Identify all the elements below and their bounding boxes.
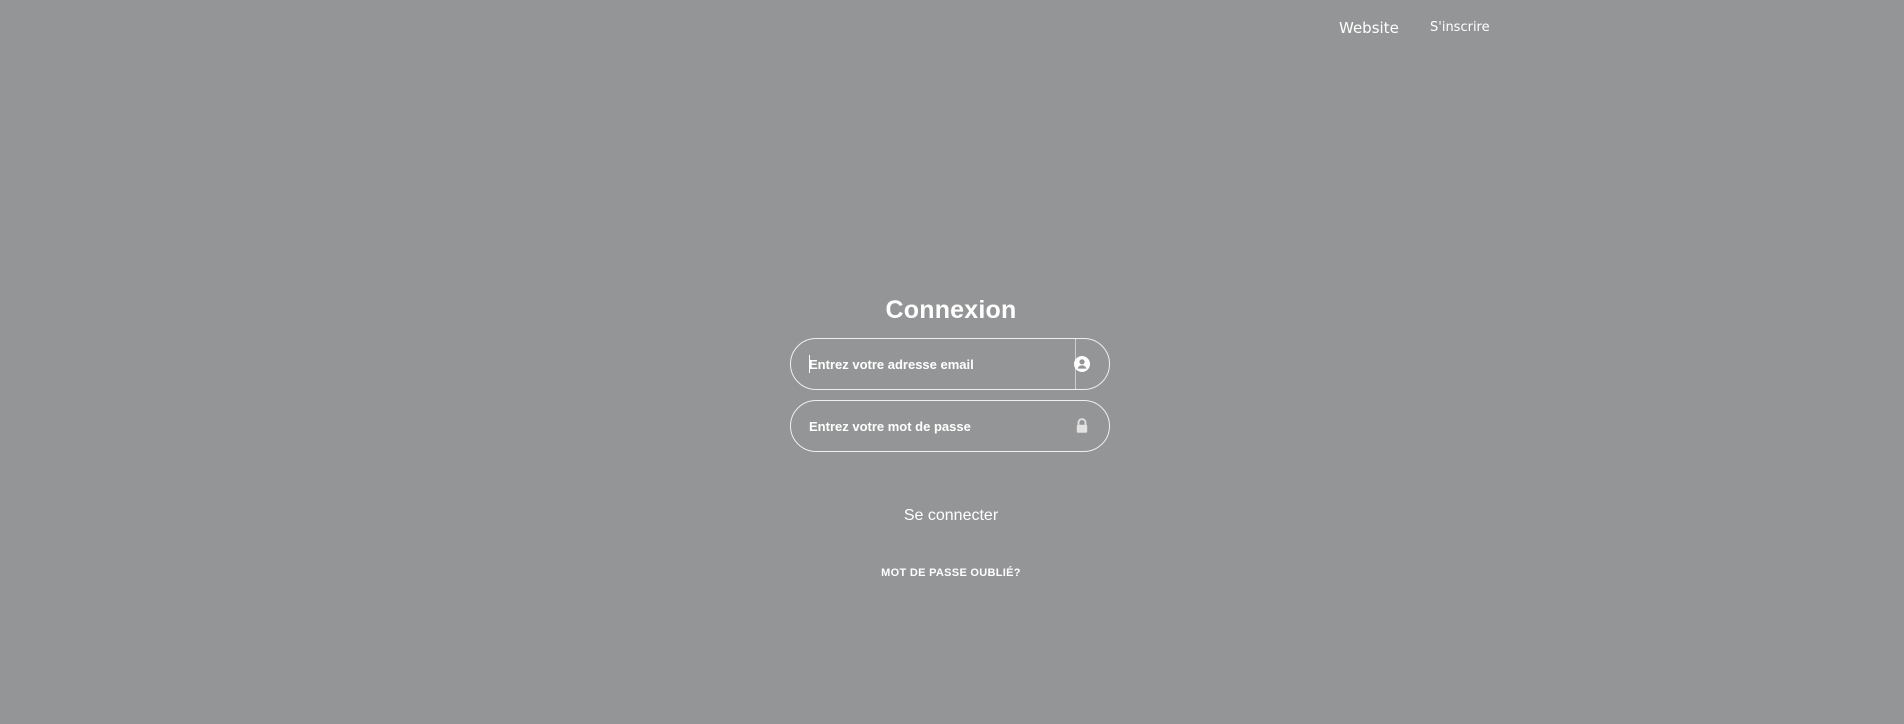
website-link[interactable]: Website: [1339, 19, 1399, 37]
password-field-wrapper: [790, 400, 1110, 452]
top-navigation: Website S'inscrire: [0, 0, 1904, 56]
email-field-wrapper: [790, 338, 1110, 390]
login-title: Connexion: [885, 296, 1017, 324]
forgot-password-link[interactable]: MOT DE PASSE OUBLIÉ?: [790, 567, 1112, 579]
login-button[interactable]: Se connecter: [904, 506, 998, 526]
password-input[interactable]: [809, 401, 1059, 451]
email-input[interactable]: [809, 339, 1059, 389]
user-circle-icon: [1073, 355, 1091, 373]
text-cursor: [809, 355, 810, 373]
signup-link[interactable]: S'inscrire: [1430, 20, 1490, 35]
lock-icon: [1073, 417, 1091, 435]
login-form: Connexion Se connecter MOT DE PASSE OUBL…: [790, 290, 1112, 579]
